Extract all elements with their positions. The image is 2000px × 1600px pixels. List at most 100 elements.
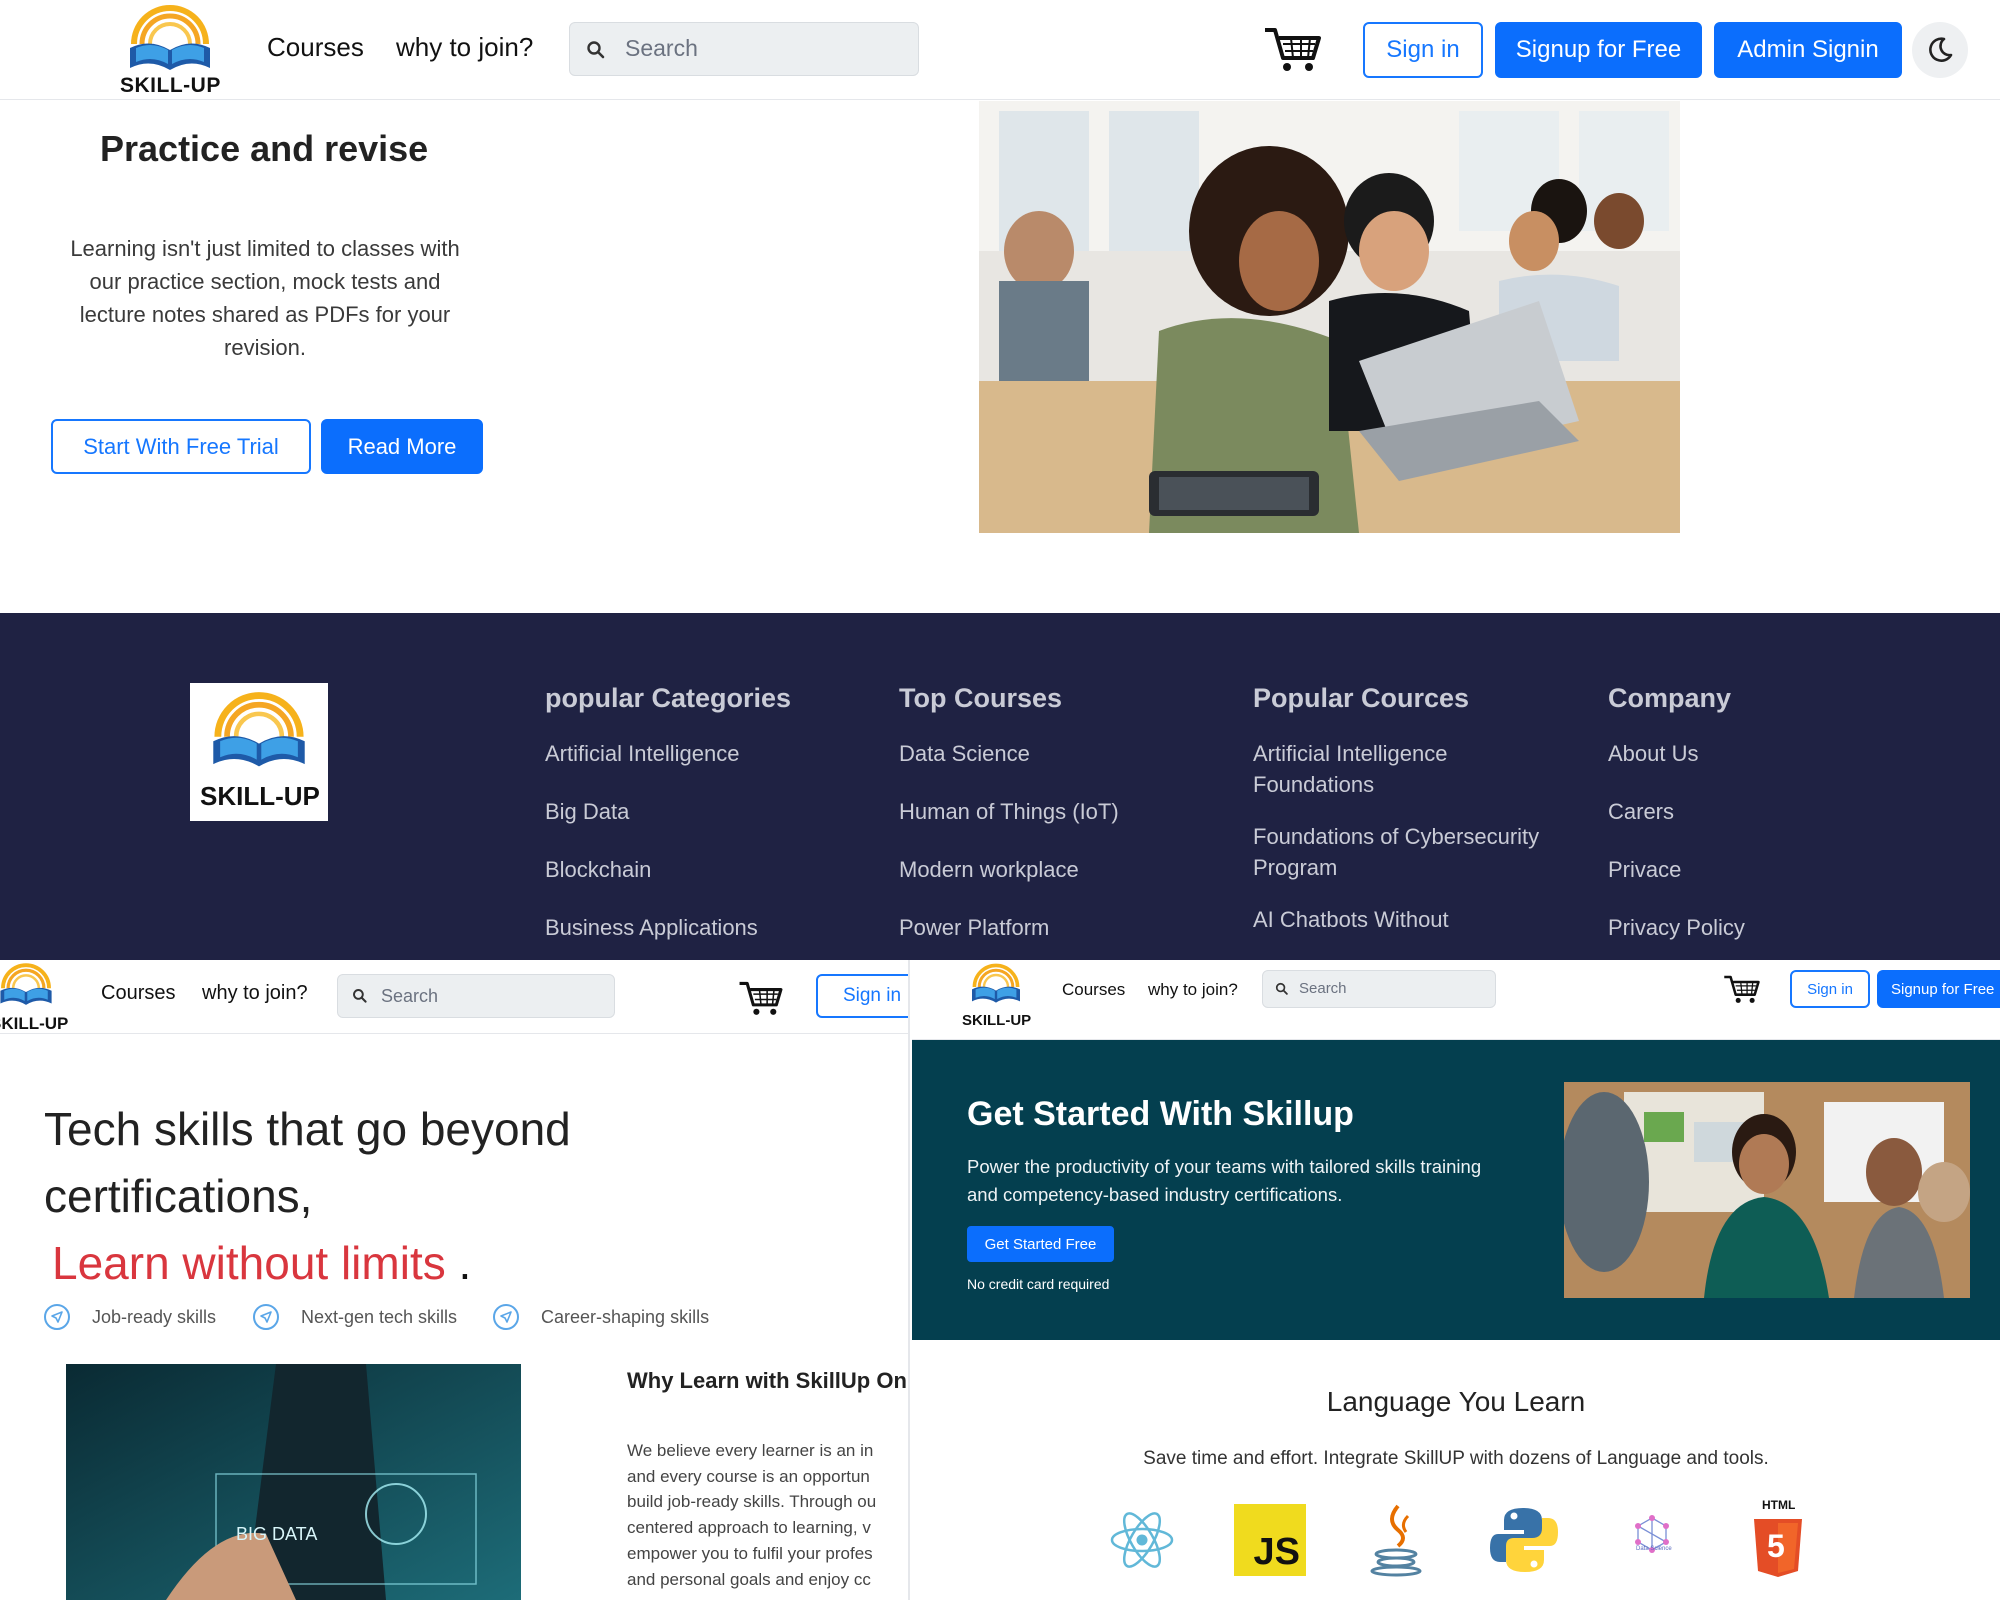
nav-courses-link[interactable]: Courses — [101, 982, 175, 1005]
top-navbar: SKILL-UP Courses why to join? Search Sig… — [912, 960, 2000, 1040]
footer-link[interactable]: Artificial Intelligence Foundations — [1253, 738, 1543, 800]
search-input[interactable]: Search — [337, 974, 615, 1018]
logo-text: SKILL-UP — [962, 1012, 1032, 1029]
get-started-title: Get Started With Skillup — [967, 1095, 1354, 1133]
footer-link[interactable]: Foundations of Cybersecurity Program — [1253, 821, 1563, 883]
footer-logo[interactable]: SKILL-UP — [190, 683, 328, 821]
feature-label: Job-ready skills — [92, 1306, 217, 1327]
hero-description: Learning isn't just limited to classes w… — [70, 236, 460, 360]
brand-logo[interactable]: SKILL-UP — [0, 962, 68, 1033]
big-data-illustration — [66, 1364, 521, 1600]
why-learn-line: centered approach to learning, v — [627, 1518, 871, 1538]
python-icon — [1484, 1500, 1564, 1580]
students-laptop-photo — [979, 101, 1680, 533]
data-science-icon: Data Science — [1612, 1500, 1692, 1580]
footer-link[interactable]: Human of Things (IoT) — [899, 796, 1229, 827]
search-input[interactable]: Search — [1262, 970, 1496, 1008]
why-learn-line: We believe every learner is an in — [627, 1441, 874, 1460]
no-credit-card-note: No credit card required — [967, 1276, 1110, 1292]
html-label: HTML — [1762, 1498, 1796, 1512]
top-navbar: SKILL-UP Courses why to join? Search Sig… — [0, 960, 908, 1034]
signup-free-button[interactable]: Signup for Free — [1877, 970, 2000, 1008]
headline-period: . — [458, 1237, 472, 1289]
headline-line-1: Tech skills that go beyond — [44, 1103, 571, 1155]
java-icon — [1358, 1500, 1438, 1580]
footer-link[interactable]: AI Chatbots Without — [1253, 904, 1583, 935]
send-icon — [44, 1304, 70, 1330]
hero-title: Practice and revise — [100, 128, 429, 169]
search-icon — [1275, 982, 1289, 996]
headline-line-2: certifications, — [44, 1170, 313, 1222]
desktop-view-panel: SKILL-UP Courses why to join? Search Sig… — [0, 0, 2000, 960]
logo-text: SKILL-UP — [0, 1014, 69, 1033]
read-more-button[interactable]: Read More — [321, 419, 483, 474]
sign-in-button[interactable]: Sign in — [1790, 970, 1870, 1008]
sign-in-button[interactable]: Sign in — [1363, 22, 1483, 78]
footer-column-company: Company About Us Carers Privace Privacy … — [1608, 683, 1938, 960]
sign-in-button[interactable]: Sign in — [816, 974, 908, 1018]
js-text: JS — [1253, 1531, 1300, 1573]
big-data-photo: BIG DATA — [66, 1364, 521, 1600]
search-placeholder: Search — [625, 35, 698, 61]
feature-career-shaping: Career-shaping skills — [493, 1304, 709, 1330]
footer-link[interactable]: Carers — [1608, 796, 1938, 827]
why-learn-body: We believe every learner is an in and ev… — [627, 1438, 908, 1592]
search-icon — [586, 40, 606, 60]
logo-sun-book-icon — [966, 962, 1026, 1006]
big-data-label: BIG DATA — [236, 1524, 318, 1544]
send-icon — [493, 1304, 519, 1330]
send-icon — [253, 1304, 279, 1330]
admin-signin-button[interactable]: Admin Signin — [1714, 22, 1902, 78]
html-version: 5 — [1767, 1528, 1785, 1564]
footer-column-popular-courses: Popular Cources Artificial Intelligence … — [1253, 683, 1583, 960]
language-section-title: Language You Learn — [1326, 1386, 1586, 1417]
nav-why-join-link[interactable]: why to join? — [202, 982, 308, 1005]
cart-icon[interactable] — [1723, 972, 1761, 1006]
react-icon — [1102, 1500, 1182, 1580]
feature-job-ready: Job-ready skills — [44, 1304, 216, 1330]
nav-why-join-link[interactable]: why to join? — [1148, 980, 1238, 1000]
dark-mode-toggle[interactable] — [1912, 22, 1968, 78]
footer-link[interactable]: Blockchain — [545, 854, 875, 885]
top-navbar: SKILL-UP Courses why to join? Search Sig… — [0, 0, 2000, 100]
feature-label: Career-shaping skills — [541, 1306, 710, 1327]
footer-link[interactable]: About Us — [1608, 738, 1938, 769]
footer-link[interactable]: Artificial Intelligence — [545, 738, 875, 769]
footer-link[interactable]: Privacy Policy — [1608, 912, 1938, 943]
search-placeholder: Search — [1299, 980, 1347, 997]
get-started-free-button[interactable]: Get Started Free — [967, 1226, 1114, 1262]
get-started-description: Power the productivity of your teams wit… — [967, 1156, 1482, 1205]
nav-courses-link[interactable]: Courses — [267, 32, 364, 63]
language-section-subtitle: Save time and effort. Integrate SkillUP … — [1143, 1448, 1769, 1469]
site-footer: SKILL-UP popular Categories Artificial I… — [0, 613, 2000, 960]
footer-link[interactable]: Business Applications — [545, 912, 875, 943]
footer-column-title: Top Courses — [899, 683, 1063, 713]
get-started-banner: Get Started With Skillup Power the produ… — [912, 1040, 2000, 1340]
nav-why-join-link[interactable]: why to join? — [396, 32, 533, 63]
footer-link[interactable]: Big Data — [545, 796, 875, 827]
footer-link[interactable]: Modern workplace — [899, 854, 1229, 885]
javascript-icon: JS — [1230, 1500, 1310, 1580]
nav-courses-link[interactable]: Courses — [1062, 980, 1125, 1000]
why-learn-line: empower you to fulfil your profes — [627, 1543, 873, 1563]
cart-icon[interactable] — [738, 978, 784, 1018]
search-input[interactable]: Search — [569, 22, 919, 76]
signup-free-button[interactable]: Signup for Free — [1495, 22, 1702, 78]
why-learn-line: and every course is an opportun — [627, 1466, 870, 1486]
logo-text: SKILL-UP — [200, 781, 320, 811]
start-free-trial-button[interactable]: Start With Free Trial — [51, 419, 311, 474]
footer-link[interactable]: Power Platform — [899, 912, 1229, 943]
footer-link[interactable]: Privace — [1608, 854, 1938, 885]
landing-view-panel: SKILL-UP Courses why to join? Search Sig… — [0, 960, 910, 1600]
data-science-label: Data Science — [1636, 1546, 1672, 1552]
brand-logo[interactable]: SKILL-UP — [962, 962, 1036, 1038]
footer-column-title: Popular Cources — [1253, 683, 1470, 713]
footer-column-categories: popular Categories Artificial Intelligen… — [545, 683, 875, 960]
why-learn-line: and personal goals and enjoy cc — [627, 1569, 871, 1589]
cart-icon[interactable] — [1263, 24, 1323, 74]
headline-line-3: Learn without limits . — [52, 1236, 471, 1290]
headline-highlight: Learn without limits — [52, 1237, 446, 1289]
get-started-view-panel: SKILL-UP Courses why to join? Search Sig… — [912, 960, 2000, 1600]
footer-link[interactable]: Data Science — [899, 738, 1229, 769]
brand-logo[interactable]: SKILL-UP — [118, 4, 222, 97]
